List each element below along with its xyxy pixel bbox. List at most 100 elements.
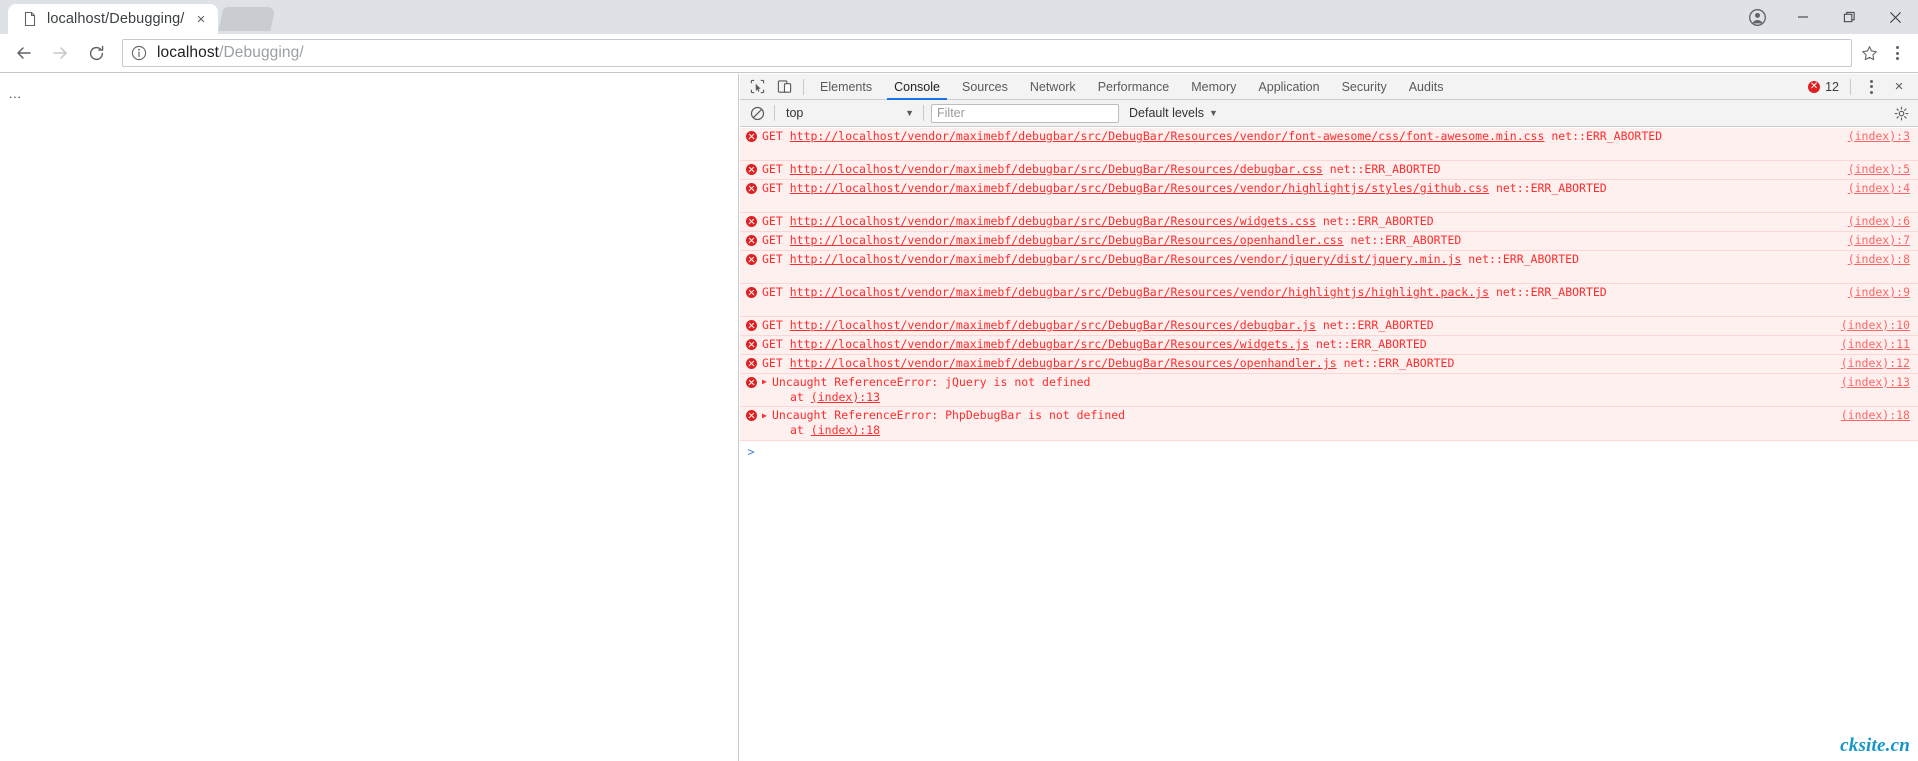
request-url[interactable]: http://localhost/vendor/maximebf/debugba… [790, 337, 1309, 351]
console-message-body: GET http://localhost/vendor/maximebf/deb… [762, 337, 1806, 352]
browser-tab[interactable]: localhost/Debugging/ × [8, 4, 218, 34]
tab-title: localhost/Debugging/ [47, 11, 185, 27]
back-arrow-icon[interactable] [6, 35, 42, 71]
message-source-link[interactable]: (index):12 [1806, 356, 1918, 371]
console-message-body: ▶ Uncaught ReferenceError: PhpDebugBar is… [762, 408, 1806, 437]
message-source-link[interactable]: (index):7 [1806, 233, 1918, 248]
exception-headline: ▶ Uncaught ReferenceError: jQuery is not … [762, 375, 1800, 390]
request-status: net::ERR_ABORTED [1329, 162, 1441, 176]
request-status: net::ERR_ABORTED [1322, 318, 1434, 332]
message-source-link[interactable]: (index):9 [1806, 285, 1918, 300]
chrome-menu-button[interactable] [1882, 38, 1912, 68]
tab-audits-label: Audits [1408, 79, 1444, 94]
devtools-tabs: Elements Console Sources Network Perform… [809, 74, 1802, 100]
filterbar-divider-1 [774, 105, 775, 121]
profile-avatar-button[interactable] [1734, 0, 1780, 34]
address-bar[interactable]: localhost/Debugging/ [122, 39, 1852, 67]
tab-memory[interactable]: Memory [1180, 74, 1247, 100]
maximize-button[interactable] [1826, 0, 1872, 34]
inspect-element-icon[interactable] [744, 75, 771, 99]
console-message[interactable]: GET http://localhost/vendor/maximebf/deb… [740, 213, 1918, 232]
console-message-body: GET http://localhost/vendor/maximebf/deb… [762, 318, 1806, 333]
tab-network-label: Network [1029, 79, 1076, 94]
expand-triangle-icon[interactable]: ▶ [762, 375, 772, 390]
error-icon [740, 129, 762, 142]
request-method: GET [762, 233, 783, 247]
info-circle-icon[interactable] [131, 45, 148, 62]
message-source-link[interactable]: (index):5 [1806, 162, 1918, 177]
console-message[interactable]: GET http://localhost/vendor/maximebf/deb… [740, 284, 1918, 317]
error-icon [740, 162, 762, 175]
stack-frame: at (index):13 [762, 390, 1800, 405]
error-icon [740, 408, 762, 422]
error-icon [740, 337, 762, 350]
close-window-button[interactable] [1872, 0, 1918, 34]
request-url[interactable]: http://localhost/vendor/maximebf/debugba… [790, 181, 1489, 195]
console-filter-bar: top ▼ Filter Default levels ▼ [740, 100, 1918, 127]
devtools-close-button[interactable]: × [1886, 75, 1912, 99]
console-message[interactable]: GET http://localhost/vendor/maximebf/deb… [740, 180, 1918, 213]
reload-arrow-icon[interactable] [78, 35, 114, 71]
watermark: cksite.cn [1840, 735, 1910, 756]
prompt-caret-icon: > [747, 444, 755, 459]
minimize-button[interactable] [1780, 0, 1826, 34]
page-content[interactable]: ... [0, 74, 739, 761]
request-url[interactable]: http://localhost/vendor/maximebf/debugba… [790, 214, 1316, 228]
message-source-link[interactable]: (index):8 [1806, 252, 1918, 267]
page-placeholder-text: ... [9, 86, 22, 101]
console-message[interactable]: GET http://localhost/vendor/maximebf/deb… [740, 317, 1918, 336]
request-url[interactable]: http://localhost/vendor/maximebf/debugba… [790, 162, 1323, 176]
request-url[interactable]: http://localhost/vendor/maximebf/debugba… [790, 129, 1545, 143]
message-source-link[interactable]: (index):6 [1806, 214, 1918, 229]
browser-viewport: ... Elements Console Sources Network Per… [0, 74, 1918, 761]
devtools-more-button[interactable] [1856, 72, 1886, 102]
toggle-device-toolbar-icon[interactable] [771, 75, 798, 99]
tab-close-icon[interactable]: × [192, 10, 210, 28]
console-message[interactable]: GET http://localhost/vendor/maximebf/deb… [740, 336, 1918, 355]
request-url[interactable]: http://localhost/vendor/maximebf/debugba… [790, 285, 1489, 299]
tab-audits[interactable]: Audits [1398, 74, 1455, 100]
message-source-link[interactable]: (index):10 [1806, 318, 1918, 333]
console-message-list[interactable]: GET http://localhost/vendor/maximebf/deb… [740, 128, 1918, 761]
execution-context-select[interactable]: top ▼ [780, 103, 918, 123]
new-tab-button[interactable] [218, 7, 276, 31]
stack-frame-link[interactable]: (index):13 [811, 390, 880, 404]
execution-context-value: top [786, 106, 804, 120]
tab-network[interactable]: Network [1019, 74, 1087, 100]
request-url[interactable]: http://localhost/vendor/maximebf/debugba… [790, 233, 1344, 247]
console-message[interactable]: GET http://localhost/vendor/maximebf/deb… [740, 232, 1918, 251]
request-url[interactable]: http://localhost/vendor/maximebf/debugba… [790, 318, 1316, 332]
request-url[interactable]: http://localhost/vendor/maximebf/debugba… [790, 356, 1337, 370]
browser-toolbar: localhost/Debugging/ [0, 34, 1918, 73]
error-count-badge[interactable]: ✕ 12 [1802, 80, 1845, 94]
tab-application[interactable]: Application [1247, 74, 1330, 100]
request-status: net::ERR_ABORTED [1343, 356, 1455, 370]
tab-sources[interactable]: Sources [951, 74, 1019, 100]
gear-icon[interactable] [1889, 102, 1913, 124]
console-message[interactable]: GET http://localhost/vendor/maximebf/deb… [740, 251, 1918, 284]
request-url[interactable]: http://localhost/vendor/maximebf/debugba… [790, 252, 1462, 266]
expand-triangle-icon[interactable]: ▶ [762, 409, 772, 424]
log-levels-select[interactable]: Default levels ▼ [1129, 106, 1218, 120]
tab-performance[interactable]: Performance [1087, 74, 1181, 100]
message-source-link[interactable]: (index):13 [1806, 375, 1918, 390]
console-prompt[interactable]: > [740, 440, 1918, 459]
console-message[interactable]: GET http://localhost/vendor/maximebf/deb… [740, 161, 1918, 180]
chevron-down-icon: ▼ [905, 108, 914, 118]
bookmark-star-icon[interactable] [1856, 40, 1882, 66]
message-source-link[interactable]: (index):18 [1806, 408, 1918, 423]
tab-performance-label: Performance [1097, 79, 1170, 94]
console-message[interactable]: GET http://localhost/vendor/maximebf/deb… [740, 128, 1918, 161]
console-filter-input[interactable]: Filter [931, 103, 1119, 123]
message-source-link[interactable]: (index):4 [1806, 181, 1918, 196]
tab-console[interactable]: Console [883, 74, 951, 100]
clear-console-icon[interactable] [745, 102, 769, 124]
message-source-link[interactable]: (index):11 [1806, 337, 1918, 352]
stack-frame-link[interactable]: (index):18 [811, 423, 880, 437]
tab-elements[interactable]: Elements [809, 74, 883, 100]
console-exception-message[interactable]: ▶ Uncaught ReferenceError: PhpDebugBar is… [740, 407, 1918, 441]
console-exception-message[interactable]: ▶ Uncaught ReferenceError: jQuery is not … [740, 374, 1918, 408]
console-message[interactable]: GET http://localhost/vendor/maximebf/deb… [740, 355, 1918, 374]
tab-security[interactable]: Security [1331, 74, 1398, 100]
message-source-link[interactable]: (index):3 [1806, 129, 1918, 144]
